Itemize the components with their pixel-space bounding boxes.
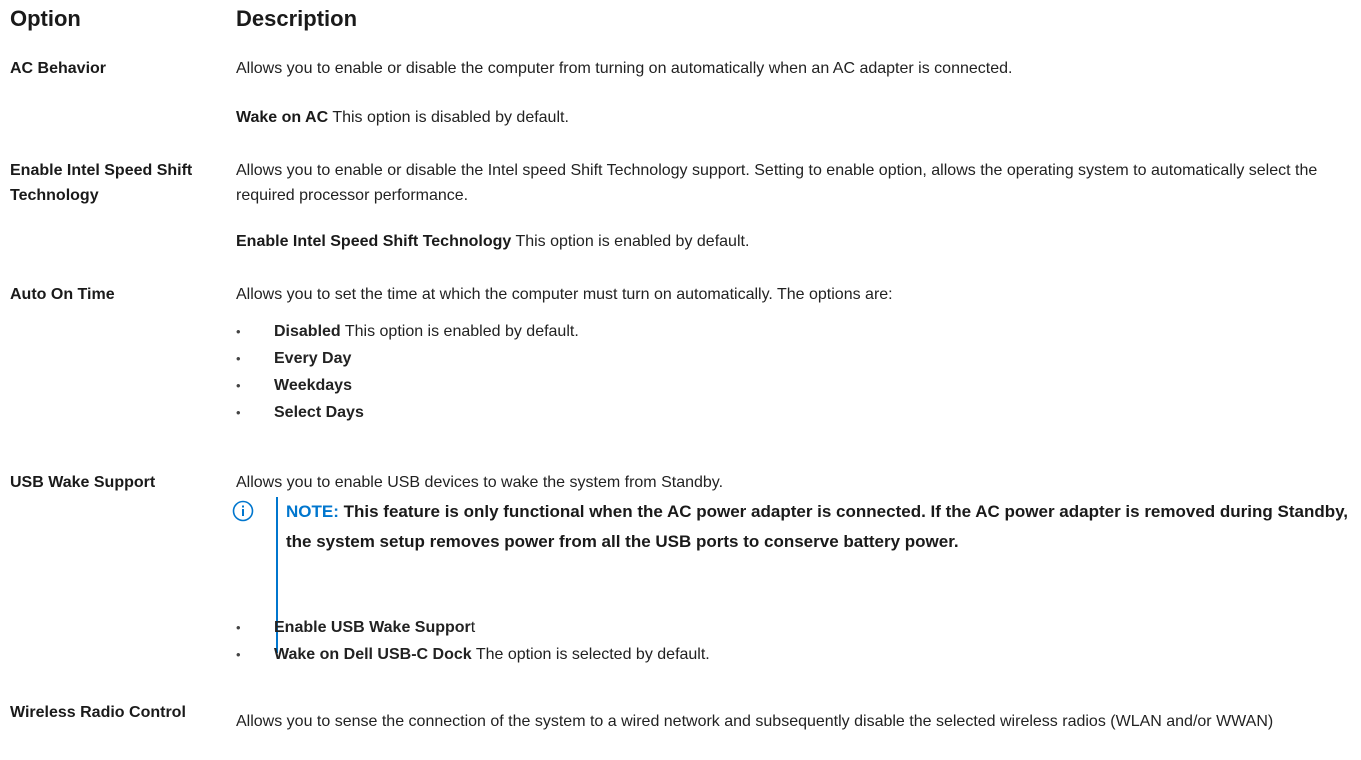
option-label-wireless: Wireless Radio Control (10, 704, 186, 721)
description-auto-on-time: Allows you to set the time at which the … (236, 286, 893, 303)
bullet-icon: • (236, 647, 241, 662)
setting-name: Enable Intel Speed Shift Technology (236, 233, 512, 250)
note-text: NOTE: This feature is only functional wh… (286, 497, 1350, 557)
note-body: This feature is only functional when the… (286, 502, 1349, 551)
list-item-disabled: • Disabled This option is enabled by defa… (236, 323, 579, 340)
option-label-speed-shift: Enable Intel Speed Shift Technology (10, 162, 193, 204)
description-column-header: Description (236, 6, 358, 31)
setting-default: This option is enabled by default. (511, 233, 750, 250)
option-column-header: Option (10, 6, 81, 31)
list-item-weekdays: • Weekdays (236, 377, 352, 394)
note-label: NOTE: (286, 502, 339, 521)
list-item-select-days: • Select Days (236, 404, 364, 421)
bullet-icon: • (236, 620, 241, 635)
bullet-icon: • (236, 324, 241, 339)
setting-name: Wake on AC (236, 109, 329, 126)
list-item-enable-usb-wake: • Enable USB Wake Support (236, 619, 476, 636)
option-label-usb-wake: USB Wake Support (10, 474, 156, 491)
description-speed-shift: Allows you to enable or disable the Inte… (236, 162, 1318, 204)
description-wireless: Allows you to sense the connection of th… (236, 713, 1274, 730)
list-item-every-day: • Every Day (236, 350, 352, 367)
setting-speed-shift: Enable Intel Speed Shift Technology This… (236, 229, 1346, 254)
setting-default: This option is disabled by default. (328, 109, 569, 126)
info-icon (232, 500, 254, 522)
list-item-wake-on-dock: • Wake on Dell USB-C Dock The option is s… (236, 646, 710, 663)
bullet-icon: • (236, 405, 241, 420)
option-label-auto-on-time: Auto On Time (10, 286, 115, 303)
bullet-icon: • (236, 378, 241, 393)
option-label-ac-behavior: AC Behavior (10, 60, 107, 77)
setting-wake-on-ac: Wake on AC This option is disabled by de… (236, 105, 1346, 130)
bullet-icon: • (236, 351, 241, 366)
description-ac-behavior: Allows you to enable or disable the comp… (236, 60, 1013, 77)
description-usb-wake: Allows you to enable USB devices to wake… (236, 474, 724, 491)
